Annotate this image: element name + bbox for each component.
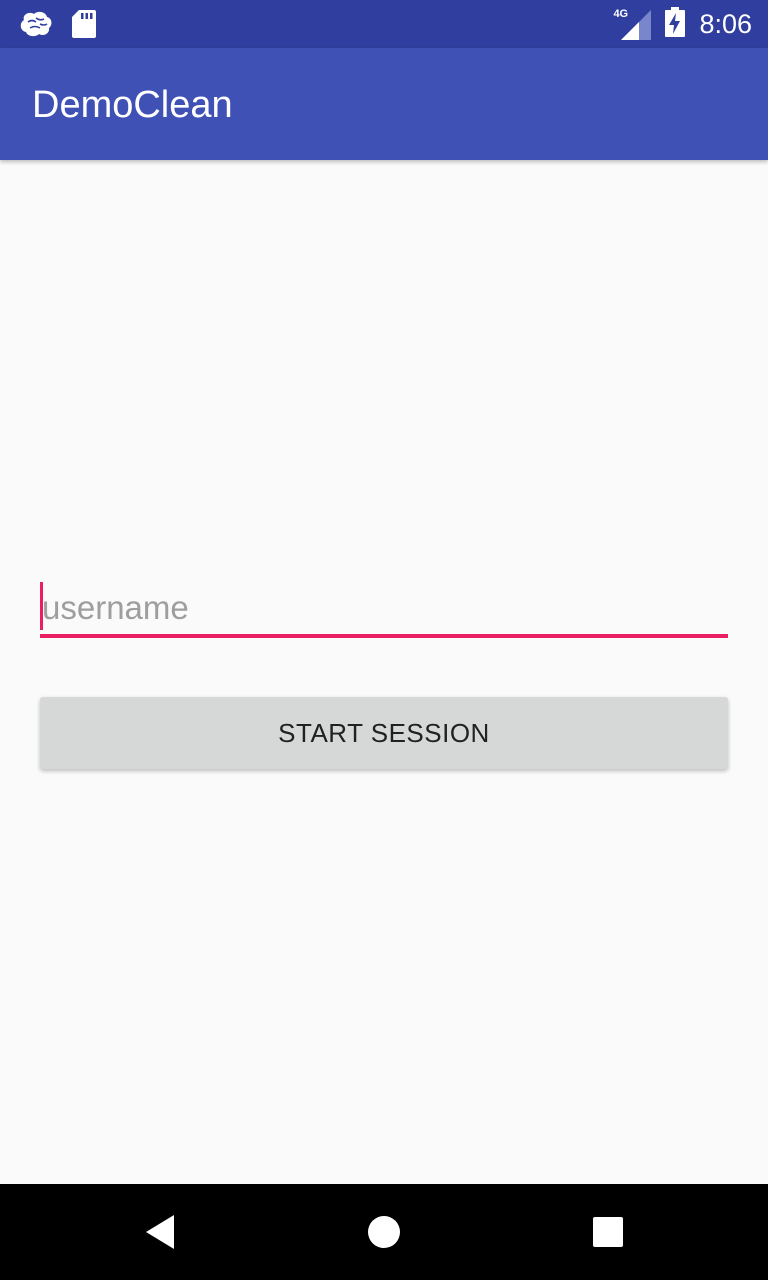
username-field[interactable] [40, 580, 728, 640]
home-button[interactable] [336, 1184, 432, 1280]
recents-button[interactable] [560, 1184, 656, 1280]
back-button[interactable] [112, 1184, 208, 1280]
start-session-button[interactable]: START SESSION [40, 697, 728, 769]
app-bar: DemoClean [0, 48, 768, 160]
text-cursor [40, 582, 43, 630]
signal-icon: 4G [613, 0, 652, 48]
navigation-bar [0, 1184, 768, 1280]
username-input[interactable] [40, 580, 728, 636]
status-right-icons: 4G 8:06 [613, 0, 752, 48]
username-underline [40, 634, 728, 638]
sd-card-icon [72, 10, 96, 42]
recents-icon [593, 1217, 623, 1247]
status-left-icons [18, 10, 96, 42]
status-clock: 8:06 [699, 8, 752, 39]
home-icon [368, 1216, 400, 1248]
status-bar: 4G 8:06 [0, 0, 768, 48]
back-icon [146, 1215, 174, 1249]
brain-icon [18, 10, 54, 42]
app-title: DemoClean [32, 84, 233, 126]
battery-charging-icon [665, 7, 686, 41]
